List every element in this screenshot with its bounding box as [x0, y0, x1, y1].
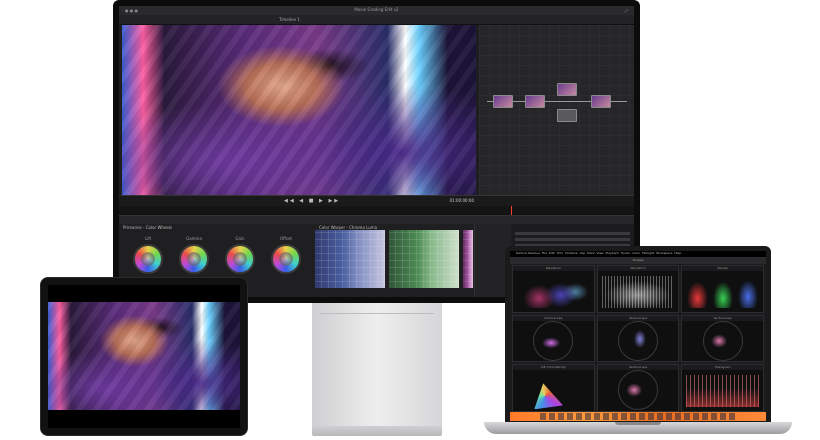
scope-vectorscope[interactable]: Vectorscope: [596, 314, 680, 363]
scope-label: CIE Chromaticity: [513, 365, 594, 371]
parade-trace: [686, 276, 759, 308]
viewer-image: [122, 25, 476, 195]
node[interactable]: [525, 95, 545, 108]
scope-label: Waveform: [513, 266, 594, 271]
cie-diagram: [534, 383, 563, 410]
dock-icons[interactable]: [540, 413, 736, 420]
viewer-toolbar: Timeline 1: [119, 15, 634, 25]
ipad-screen: [48, 285, 240, 428]
playback-controls[interactable]: ◀◀ ◀ ■ ▶ ▶▶: [284, 198, 340, 204]
scope-waveform-luma[interactable]: Waveform: [596, 265, 680, 313]
laptop-screen: DaVinci Resolve File Edit Trim Timeline …: [510, 251, 766, 421]
scope-vectorscope[interactable]: Vectorscope: [512, 314, 595, 363]
waveform-trace: [517, 276, 590, 308]
timecode-display: 01:00:00:00: [449, 198, 474, 203]
lift-wheel[interactable]: [133, 244, 163, 274]
curves-graph-magenta[interactable]: [463, 230, 473, 288]
scopes-window-title: Scopes: [632, 258, 644, 262]
primaries-label: Primaries - Color Wheels: [123, 225, 173, 230]
menu-item[interactable]: Color: [632, 251, 640, 255]
offset-label: Offset: [279, 236, 293, 241]
node[interactable]: [591, 95, 611, 108]
track[interactable]: [515, 232, 630, 235]
node[interactable]: [557, 83, 577, 96]
vectorscope-trace: [533, 320, 574, 361]
menu-item[interactable]: Fusion: [621, 251, 631, 255]
vectorscope-trace: [617, 320, 658, 361]
lift-label: Lift: [144, 236, 152, 241]
macbook: DaVinci Resolve File Edit Trim Timeline …: [505, 246, 771, 422]
window-titlebar: ● ● ● Movie Grading Edit v2 ⤢: [119, 6, 634, 15]
menu-item[interactable]: Trim: [557, 251, 563, 255]
menu-item[interactable]: Fairlight: [642, 251, 654, 255]
scope-label: Vectorscope: [682, 315, 763, 321]
scope-histogram[interactable]: Histogram: [681, 364, 764, 412]
menu-item[interactable]: File: [542, 251, 547, 255]
gamma-wheel[interactable]: [179, 244, 209, 274]
scope-label: Parade: [682, 266, 763, 271]
gain-wheel[interactable]: [225, 244, 255, 274]
node[interactable]: [557, 109, 577, 122]
scope-cie[interactable]: CIE Chromaticity: [512, 364, 595, 412]
transport-bar: ◀◀ ◀ ■ ▶ ▶▶ 01:00:00:00: [119, 195, 634, 206]
curves-graph-blue[interactable]: [315, 230, 385, 288]
scope-label: Vectorscope: [513, 315, 594, 321]
product-scene: ● ● ● Movie Grading Edit v2 ⤢ Timeline 1…: [0, 0, 820, 440]
scope-vectorscope[interactable]: Vectorscope: [681, 314, 764, 363]
scope-waveform-rgb[interactable]: Waveform: [512, 265, 595, 313]
menu-item[interactable]: Playback: [606, 251, 619, 255]
menu-item[interactable]: Mark: [587, 251, 594, 255]
menu-item[interactable]: Workspace: [656, 251, 672, 255]
vectorscope-trace: [702, 320, 743, 361]
node-editor: [479, 25, 634, 195]
playhead[interactable]: [511, 206, 512, 215]
histogram-trace: [686, 375, 759, 407]
timeline-name[interactable]: Timeline 1: [279, 17, 300, 22]
fullscreen-icon[interactable]: ⤢: [625, 8, 628, 13]
track[interactable]: [515, 238, 630, 241]
gamma-label: Gamma: [186, 236, 202, 241]
offset-wheel[interactable]: [271, 244, 301, 274]
stand-groove: [320, 313, 434, 314]
parade-blue: [736, 276, 759, 308]
menu-items[interactable]: DaVinci Resolve File Edit Trim Timeline …: [516, 251, 681, 255]
scope-label: Waveform: [597, 266, 679, 271]
parade-red: [686, 276, 709, 308]
waveform-trace: [601, 276, 675, 308]
monitor-stand-foot: [312, 426, 442, 436]
palette-toolbar: [119, 215, 634, 224]
menu-item[interactable]: Timeline: [565, 251, 578, 255]
window-title: Movie Grading Edit v2: [354, 7, 399, 12]
ipad: [40, 277, 248, 436]
scope-label: Histogram: [682, 365, 763, 371]
menu-item[interactable]: DaVinci Resolve: [516, 251, 540, 255]
parade-green: [711, 276, 734, 308]
menu-item[interactable]: View: [597, 251, 604, 255]
menu-item[interactable]: Clip: [580, 251, 586, 255]
monitor-stand: [312, 303, 442, 431]
node[interactable]: [493, 95, 513, 108]
ipad-preview-image: [48, 302, 240, 410]
menu-item[interactable]: Edit: [549, 251, 555, 255]
scope-vectorscope[interactable]: Vectorscope: [596, 364, 680, 412]
mini-timeline[interactable]: [119, 206, 634, 215]
macbook-opening-notch: [615, 422, 661, 425]
scopes-grid: Waveform Waveform Parade Vectorscope Vec…: [512, 265, 764, 412]
scope-label: Vectorscope: [597, 315, 679, 321]
scope-parade[interactable]: Parade: [681, 265, 764, 313]
gain-label: Gain: [235, 236, 245, 241]
vectorscope-trace: [617, 370, 658, 411]
scopes-titlebar: Scopes: [510, 257, 766, 264]
menu-item[interactable]: Help: [674, 251, 681, 255]
curves-graph-green[interactable]: [389, 230, 459, 288]
